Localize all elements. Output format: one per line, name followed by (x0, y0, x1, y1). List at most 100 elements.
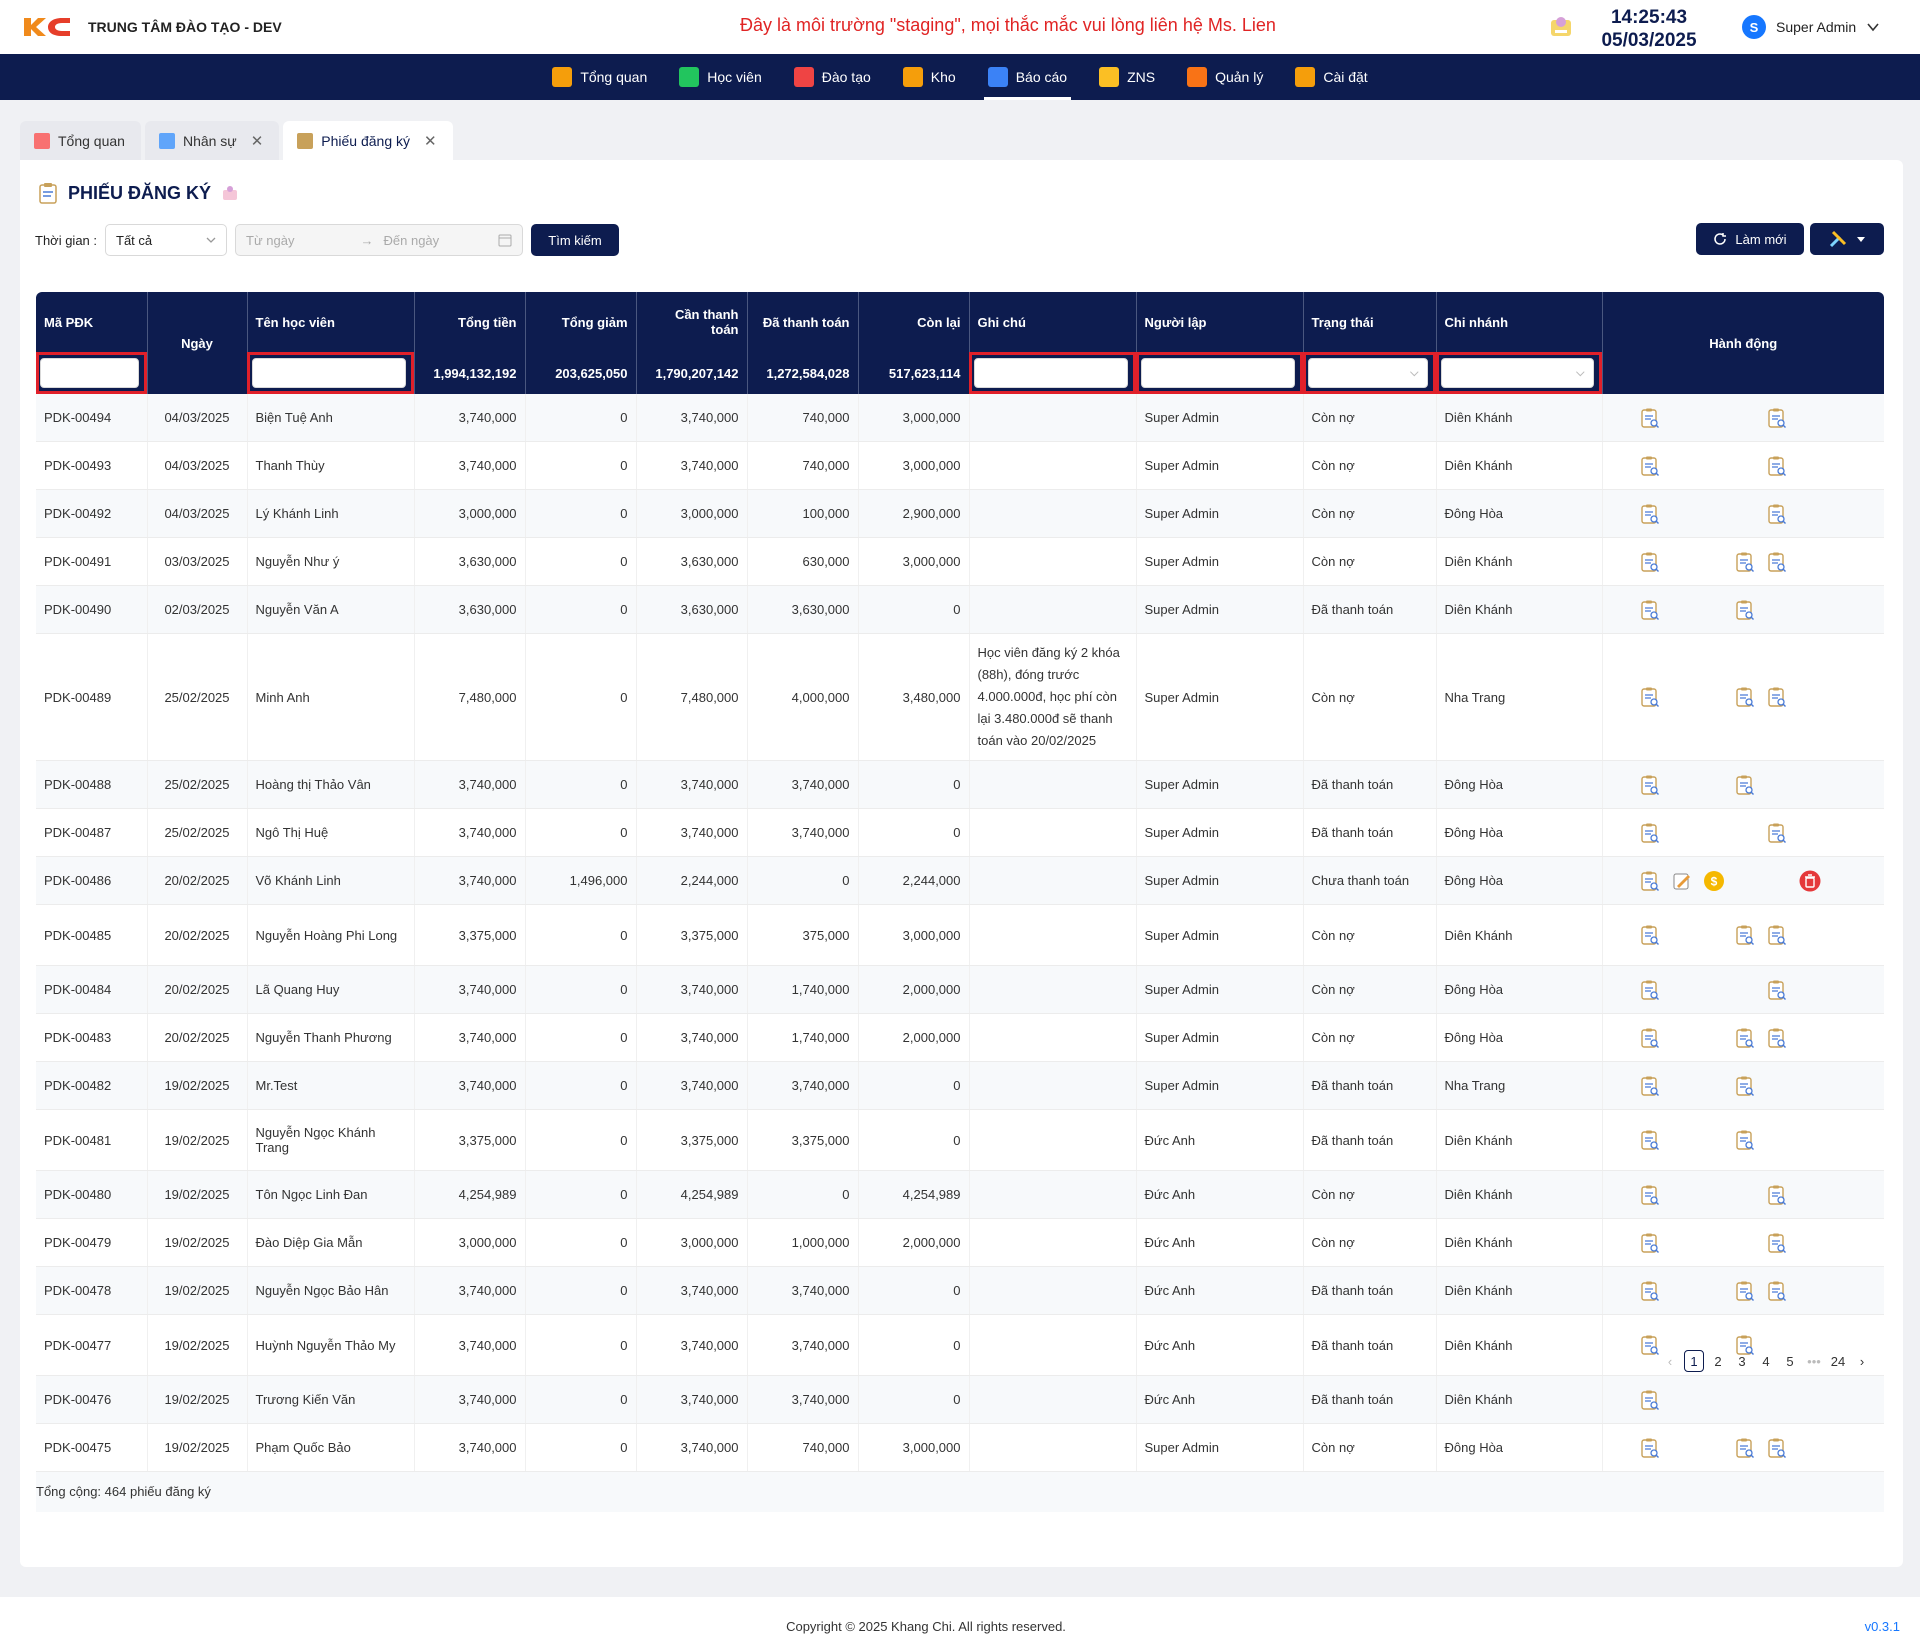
view-detail-icon[interactable] (1639, 1075, 1661, 1097)
table-row[interactable]: PDK-00483 20/02/2025 Nguyễn Thanh Phương 3,… (36, 1013, 1884, 1062)
table-row[interactable]: PDK-00480 19/02/2025 Tôn Ngọc Linh Đan 4,25… (36, 1170, 1884, 1219)
col-can-thanh-toan[interactable]: Cần thanh toán (636, 292, 748, 352)
filter-ma-pdk-input[interactable] (40, 358, 139, 388)
table-row[interactable]: PDK-00489 25/02/2025 Minh Anh 7,480,000 0 7,4… (36, 633, 1884, 761)
view-detail-icon[interactable] (1766, 407, 1788, 429)
table-row[interactable]: PDK-00494 04/03/2025 Biện Tuệ Anh 3,740,000… (36, 394, 1884, 442)
table-row[interactable]: PDK-00488 25/02/2025 Hoàng thị Thảo Vân 3,7… (36, 760, 1884, 809)
col-trang-thai[interactable]: Trạng thái (1303, 292, 1437, 352)
view-detail-icon[interactable] (1734, 1129, 1756, 1151)
col-ten-hoc-vien[interactable]: Tên học viên (247, 292, 415, 352)
view-detail-icon[interactable] (1639, 1129, 1661, 1151)
table-row[interactable]: PDK-00493 04/03/2025 Thanh Thùy 3,740,000 0 3… (36, 441, 1884, 490)
table-row[interactable]: PDK-00476 19/02/2025 Trương Kiến Văn 3,740,… (36, 1375, 1884, 1424)
view-detail-icon[interactable] (1766, 1437, 1788, 1459)
col-da-thanh-toan[interactable]: Đã thanh toán (747, 292, 859, 352)
view-detail-icon[interactable] (1639, 686, 1661, 708)
table-row[interactable]: PDK-00479 19/02/2025 Đào Diệp Gia Mẫn 3,000… (36, 1218, 1884, 1267)
date-range-picker[interactable]: Từ ngày → Đến ngày (235, 224, 523, 256)
view-detail-icon[interactable] (1766, 1027, 1788, 1049)
nav-item-3[interactable]: Kho (887, 54, 972, 100)
page-24[interactable]: 24 (1828, 1350, 1848, 1372)
filter-trang-thai-select[interactable]: ⌵ (1307, 358, 1428, 388)
nav-item-5[interactable]: ZNS (1083, 54, 1171, 100)
nav-item-4[interactable]: Báo cáo (972, 54, 1083, 100)
view-detail-icon[interactable] (1639, 1184, 1661, 1206)
nav-item-6[interactable]: Quản lý (1171, 54, 1279, 100)
view-detail-icon[interactable] (1734, 1280, 1756, 1302)
close-icon[interactable]: ✕ (424, 132, 437, 150)
payment-icon[interactable]: $ (1703, 870, 1725, 892)
view-detail-icon[interactable] (1639, 551, 1661, 573)
page-3[interactable]: 3 (1732, 1350, 1752, 1372)
col-con-lai[interactable]: Còn lại (858, 292, 970, 352)
view-detail-icon[interactable] (1639, 1389, 1661, 1411)
view-detail-icon[interactable] (1639, 503, 1661, 525)
view-detail-icon[interactable] (1639, 1027, 1661, 1049)
view-detail-icon[interactable] (1734, 686, 1756, 708)
tab-1[interactable]: Nhân sự ✕ (144, 121, 280, 161)
col-tong-tien[interactable]: Tổng tiền (414, 292, 526, 352)
view-detail-icon[interactable] (1734, 924, 1756, 946)
user-menu[interactable]: S Super Admin (1742, 15, 1880, 39)
prev-page-icon[interactable]: ‹ (1660, 1350, 1680, 1372)
col-chi-nhanh[interactable]: Chi nhánh (1436, 292, 1603, 352)
view-detail-icon[interactable] (1734, 1027, 1756, 1049)
table-row[interactable]: PDK-00487 25/02/2025 Ngô Thị Huệ 3,740,000 0… (36, 808, 1884, 857)
view-detail-icon[interactable] (1766, 979, 1788, 1001)
time-filter-select[interactable]: Tất cả (105, 224, 227, 256)
table-row[interactable]: PDK-00478 19/02/2025 Nguyễn Ngọc Bảo Hân 3,… (36, 1266, 1884, 1315)
view-detail-icon[interactable] (1766, 551, 1788, 573)
nav-item-1[interactable]: Học viên (663, 54, 777, 100)
nav-item-0[interactable]: Tổng quan (536, 54, 663, 100)
table-row[interactable]: PDK-00491 03/03/2025 Nguyễn Như ý 3,630,000… (36, 537, 1884, 586)
page-1[interactable]: 1 (1684, 1350, 1704, 1372)
table-row[interactable]: PDK-00485 20/02/2025 Nguyễn Hoàng Phi Long… (36, 904, 1884, 966)
view-detail-icon[interactable] (1639, 870, 1661, 892)
filter-ghi-chu-input[interactable] (973, 358, 1128, 388)
col-tong-giam[interactable]: Tổng giảm (525, 292, 637, 352)
next-page-icon[interactable]: › (1852, 1350, 1872, 1372)
view-detail-icon[interactable] (1766, 1184, 1788, 1206)
nav-item-7[interactable]: Cài đặt (1279, 54, 1383, 100)
search-button[interactable]: Tìm kiếm (531, 224, 619, 256)
page-2[interactable]: 2 (1708, 1350, 1728, 1372)
col-ma-pdk[interactable]: Mã PĐK (36, 292, 148, 352)
table-row[interactable]: PDK-00482 19/02/2025 Mr.Test 3,740,000 0 3,74… (36, 1061, 1884, 1110)
to-date-input[interactable]: Đến ngày (384, 233, 489, 248)
view-detail-icon[interactable] (1639, 407, 1661, 429)
view-detail-icon[interactable] (1766, 686, 1788, 708)
table-row[interactable]: PDK-00484 20/02/2025 Lã Quang Huy 3,740,000… (36, 965, 1884, 1014)
tab-2[interactable]: Phiếu đăng ký ✕ (283, 121, 453, 161)
table-row[interactable]: PDK-00481 19/02/2025 Nguyễn Ngọc Khánh Tra… (36, 1109, 1884, 1171)
tab-0[interactable]: Tổng quan (20, 121, 141, 161)
delete-icon[interactable] (1799, 870, 1821, 892)
view-detail-icon[interactable] (1734, 599, 1756, 621)
table-row[interactable]: PDK-00492 04/03/2025 Lý Khánh Linh 3,000,00… (36, 489, 1884, 538)
col-ngay[interactable]: Ngày (147, 292, 248, 394)
view-detail-icon[interactable] (1766, 503, 1788, 525)
col-nguoi-lap[interactable]: Người lập (1136, 292, 1304, 352)
table-row[interactable]: PDK-00490 02/03/2025 Nguyễn Văn A 3,630,000… (36, 585, 1884, 634)
view-detail-icon[interactable] (1766, 1232, 1788, 1254)
view-detail-icon[interactable] (1639, 924, 1661, 946)
view-detail-icon[interactable] (1639, 599, 1661, 621)
notification-icon[interactable] (1548, 14, 1574, 40)
view-detail-icon[interactable] (1639, 1334, 1661, 1356)
view-detail-icon[interactable] (1734, 774, 1756, 796)
view-detail-icon[interactable] (1639, 774, 1661, 796)
view-detail-icon[interactable] (1639, 979, 1661, 1001)
tools-dropdown-button[interactable] (1810, 223, 1884, 255)
view-detail-icon[interactable] (1766, 1280, 1788, 1302)
view-detail-icon[interactable] (1766, 924, 1788, 946)
view-detail-icon[interactable] (1734, 1075, 1756, 1097)
view-detail-icon[interactable] (1639, 1437, 1661, 1459)
from-date-input[interactable]: Từ ngày (246, 233, 351, 248)
company-logo[interactable] (22, 16, 72, 38)
view-detail-icon[interactable] (1734, 1437, 1756, 1459)
col-ghi-chu[interactable]: Ghi chú (969, 292, 1137, 352)
filter-ten-hoc-vien-input[interactable] (251, 358, 406, 388)
view-detail-icon[interactable] (1766, 455, 1788, 477)
filter-nguoi-lap-input[interactable] (1140, 358, 1295, 388)
refresh-button[interactable]: Làm mới (1696, 223, 1804, 255)
